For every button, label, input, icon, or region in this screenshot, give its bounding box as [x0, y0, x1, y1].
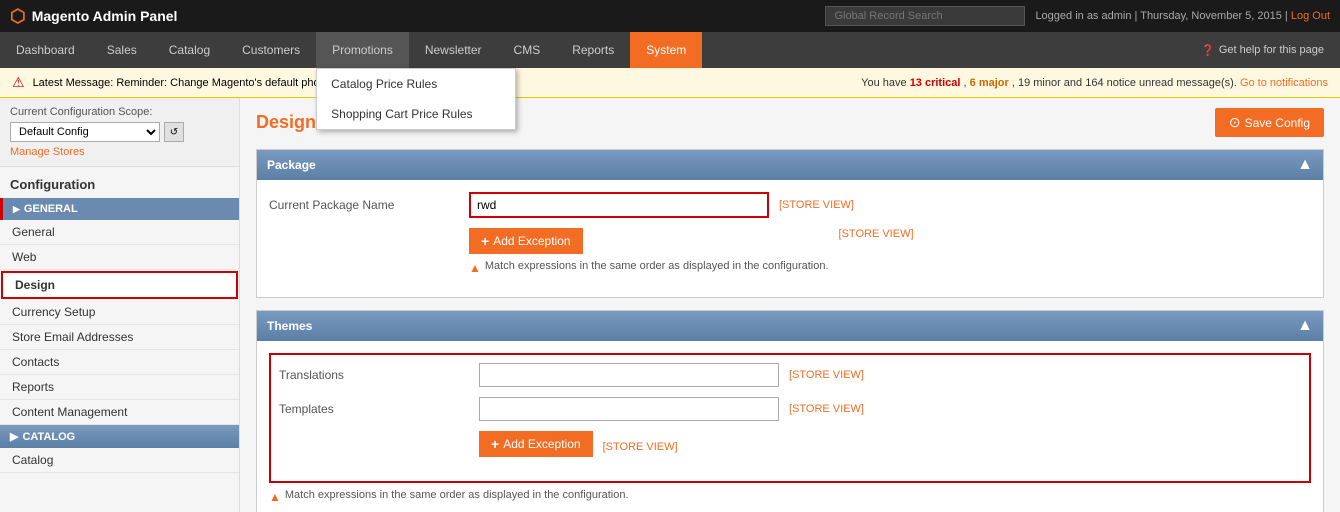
translations-input[interactable]: [479, 363, 779, 387]
package-name-input[interactable]: [469, 192, 769, 218]
major-count: 6 major: [970, 77, 1009, 89]
templates-input[interactable]: [479, 397, 779, 421]
themes-collapse-btn[interactable]: ▲: [1297, 317, 1313, 335]
themes-add-exception-button[interactable]: + Add Exception: [479, 431, 593, 457]
message-bar: ⚠ Latest Message: Reminder: Change Magen…: [0, 68, 1340, 98]
translations-label: Translations: [279, 368, 479, 382]
layout: Current Configuration Scope: Default Con…: [0, 98, 1340, 512]
themes-panel-title: Themes: [267, 319, 312, 333]
nav-reports[interactable]: Reports: [556, 32, 630, 68]
package-panel-title: Package: [267, 158, 316, 172]
package-store-view-label: [STORE VIEW]: [779, 199, 854, 211]
help-link[interactable]: ❓ Get help for this page: [1185, 32, 1340, 68]
package-name-row: Current Package Name [STORE VIEW]: [269, 192, 1311, 218]
sidebar: Current Configuration Scope: Default Con…: [0, 98, 240, 512]
promotions-dropdown-menu: Catalog Price Rules Shopping Cart Price …: [316, 68, 516, 130]
general-item-store-email[interactable]: Store Email Addresses: [0, 325, 239, 350]
package-exception-store-view: [STORE VIEW]: [839, 228, 914, 240]
templates-row: Templates [STORE VIEW]: [279, 397, 1301, 421]
catalog-item-catalog[interactable]: Catalog: [0, 448, 239, 473]
config-title: Configuration: [0, 167, 239, 198]
general-item-design[interactable]: Design: [1, 271, 238, 299]
message-text: Latest Message: Reminder: Change Magento…: [33, 77, 320, 89]
page-title: Design: [256, 112, 316, 133]
magento-icon: ⬡: [10, 6, 26, 27]
notifications-link[interactable]: Go to notifications: [1240, 77, 1328, 89]
logo-text: Magento Admin Panel: [32, 8, 178, 24]
nav-promotions-dropdown[interactable]: Promotions Catalog Price Rules Shopping …: [316, 32, 409, 68]
nav-dashboard[interactable]: Dashboard: [0, 32, 91, 68]
package-collapse-btn[interactable]: ▲: [1297, 156, 1313, 174]
themes-exception-store-view: [STORE VIEW]: [603, 441, 678, 453]
header: ⬡ Magento Admin Panel Logged in as admin…: [0, 0, 1340, 32]
package-add-exception-row: + Add Exception ▲ Match expressions in t…: [269, 228, 1311, 275]
nav-newsletter[interactable]: Newsletter: [409, 32, 498, 68]
package-panel-body: Current Package Name [STORE VIEW] + Add …: [257, 180, 1323, 297]
catalog-price-rules-item[interactable]: Catalog Price Rules: [317, 69, 515, 99]
package-add-exception-button[interactable]: + Add Exception: [469, 228, 583, 254]
nav-customers[interactable]: Customers: [226, 32, 316, 68]
package-panel: Package ▲ Current Package Name [STORE VI…: [256, 149, 1324, 298]
package-note: ▲ Match expressions in the same order as…: [469, 260, 829, 275]
templates-label: Templates: [279, 402, 479, 416]
save-icon: ⊙: [1229, 114, 1241, 131]
logo: ⬡ Magento Admin Panel: [10, 6, 177, 27]
themes-panel-header[interactable]: Themes ▲: [257, 311, 1323, 341]
themes-note-icon: ▲: [269, 490, 281, 504]
themes-panel: Themes ▲ Translations [STORE VIEW] Templ…: [256, 310, 1324, 512]
arrow-icon: ▶: [13, 204, 20, 215]
catalog-arrow-icon: ▶: [10, 430, 18, 443]
main-content: Design ⊙ Save Config Package ▲ Current P…: [240, 98, 1340, 512]
global-search-input[interactable]: [825, 6, 1025, 26]
catalog-header-label: CATALOG: [22, 431, 75, 443]
nav-cms[interactable]: CMS: [498, 32, 557, 68]
help-icon: ❓: [1201, 44, 1215, 57]
general-item-web[interactable]: Web: [0, 245, 239, 270]
themes-plus-icon: +: [491, 436, 499, 452]
manage-stores-link[interactable]: Manage Stores: [10, 146, 229, 158]
general-item-general[interactable]: General: [0, 220, 239, 245]
navbar: Dashboard Sales Catalog Customers Promot…: [0, 32, 1340, 68]
themes-highlight-box: Translations [STORE VIEW] Templates [STO…: [269, 353, 1311, 483]
warn-icon: ⚠: [12, 74, 25, 91]
save-config-button[interactable]: ⊙ Save Config: [1215, 108, 1324, 137]
general-section-header[interactable]: ▶ GENERAL: [0, 198, 239, 220]
note-icon: ▲: [469, 261, 481, 275]
translations-row: Translations [STORE VIEW]: [279, 363, 1301, 387]
themes-add-exception-row: + Add Exception [STORE VIEW]: [279, 431, 1301, 463]
general-item-content-mgmt[interactable]: Content Management: [0, 400, 239, 425]
package-panel-header[interactable]: Package ▲: [257, 150, 1323, 180]
general-item-contacts[interactable]: Contacts: [0, 350, 239, 375]
catalog-section-header[interactable]: ▶ CATALOG: [0, 425, 239, 448]
package-name-label: Current Package Name: [269, 198, 469, 212]
user-info: Logged in as admin | Thursday, November …: [1035, 10, 1330, 22]
scope-section: Current Configuration Scope: Default Con…: [0, 98, 239, 167]
nav-sales[interactable]: Sales: [91, 32, 153, 68]
shopping-cart-price-rules-item[interactable]: Shopping Cart Price Rules: [317, 99, 515, 129]
scope-select[interactable]: Default Config: [10, 122, 160, 142]
critical-count: 13 critical: [910, 77, 961, 89]
translations-store-view: [STORE VIEW]: [789, 369, 864, 381]
scope-refresh-btn[interactable]: ↺: [164, 122, 184, 142]
general-item-currency[interactable]: Currency Setup: [0, 300, 239, 325]
general-header-label: GENERAL: [24, 203, 78, 215]
nav-system[interactable]: System: [630, 32, 702, 68]
notification-bar: You have 13 critical , 6 major , 19 mino…: [861, 77, 1328, 89]
nav-catalog[interactable]: Catalog: [153, 32, 226, 68]
templates-store-view: [STORE VIEW]: [789, 403, 864, 415]
themes-panel-body: Translations [STORE VIEW] Templates [STO…: [257, 341, 1323, 512]
logout-link[interactable]: Log Out: [1291, 10, 1330, 22]
plus-icon: +: [481, 233, 489, 249]
general-item-reports[interactable]: Reports: [0, 375, 239, 400]
themes-note: ▲ Match expressions in the same order as…: [269, 489, 1311, 504]
scope-label: Current Configuration Scope:: [10, 106, 229, 118]
nav-promotions[interactable]: Promotions: [316, 32, 409, 68]
